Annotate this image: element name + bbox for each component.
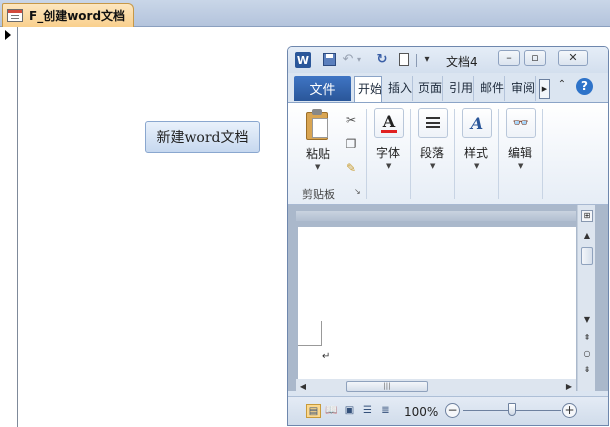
redo-icon[interactable]: ↻ (375, 52, 389, 68)
record-selector[interactable] (0, 27, 18, 427)
paste-icon[interactable] (304, 108, 330, 140)
word-titlebar: W ↶ ▾ ↻ ▾ 文档4 – ▫ ✕ (288, 47, 608, 73)
editing-dropdown-icon[interactable]: ▼ (518, 162, 523, 170)
paragraph-icon[interactable] (418, 108, 448, 138)
paragraph-mark-icon: ↵ (322, 351, 331, 362)
object-tab-strip: F_创建word文档 (0, 0, 610, 27)
styles-group-label[interactable]: 样式 (464, 144, 488, 161)
styles-icon[interactable]: A (462, 108, 492, 138)
previous-page-icon[interactable]: ⇞ (580, 331, 594, 345)
vertical-scrollbar[interactable]: ⊞ ▲ ▼ ⇞ ○ ⇟ (577, 205, 595, 391)
clipboard-group-label: 剪贴板 (302, 188, 335, 201)
tab-review[interactable]: 审阅 (508, 76, 536, 101)
view-ruler-icon[interactable]: ⊞ (581, 210, 593, 222)
font-group-label[interactable]: 字体 (376, 144, 400, 161)
paste-label[interactable]: 粘贴 (306, 145, 330, 162)
tab-file[interactable]: 文件 (294, 76, 351, 101)
print-layout-view-icon[interactable]: ▤ (306, 404, 321, 418)
tab-scroll-right-icon[interactable]: ▶ (539, 79, 550, 99)
document-area: ↵ ⊞ ▲ ▼ ⇞ ○ ⇟ (288, 205, 608, 391)
find-binoculars-icon[interactable]: 👓 (506, 108, 536, 138)
tab-references[interactable]: 引用 (446, 76, 474, 101)
paragraph-group-label[interactable]: 段落 (420, 144, 444, 161)
next-page-icon[interactable]: ⇟ (580, 363, 594, 377)
editing-group-label[interactable]: 编辑 (508, 144, 532, 161)
format-painter-icon[interactable]: ✎ (344, 161, 358, 175)
tab-home[interactable]: 开始 (354, 76, 382, 102)
styles-dropdown-icon[interactable]: ▼ (474, 162, 479, 170)
horizontal-scrollbar[interactable]: ◀ ||| ▶ (296, 379, 576, 394)
paragraph-dropdown-icon[interactable]: ▼ (430, 162, 435, 170)
minimize-button[interactable]: – (498, 50, 520, 66)
document-page[interactable]: ↵ (298, 227, 576, 391)
save-icon[interactable] (321, 52, 337, 68)
customize-toolbar-icon[interactable]: ▾ (416, 52, 433, 68)
form-tab-label: F_创建word文档 (29, 9, 126, 23)
word-window: W ↶ ▾ ↻ ▾ 文档4 – ▫ ✕ 文件 开始 插入 页面 引用 邮件 审阅… (287, 46, 609, 426)
horizontal-scroll-thumb[interactable]: ||| (346, 381, 428, 392)
tab-insert[interactable]: 插入 (385, 76, 413, 101)
full-screen-reading-view-icon[interactable]: 📖 (324, 404, 339, 418)
clipboard-launcher-icon[interactable]: ↘ (354, 187, 361, 196)
web-layout-view-icon[interactable]: ▣ (342, 404, 357, 418)
word-logo-icon[interactable]: W (295, 52, 311, 68)
font-icon[interactable]: A (374, 108, 404, 138)
undo-icon[interactable]: ↶ (341, 52, 355, 68)
status-bar: ▤ 📖 ▣ ☰ ≣ 100% − + (288, 396, 608, 425)
select-browse-object-icon[interactable]: ○ (580, 347, 594, 361)
zoom-out-icon[interactable]: − (445, 403, 460, 418)
ruler (296, 211, 576, 221)
undo-dropdown-icon[interactable]: ▾ (355, 52, 363, 68)
close-button[interactable]: ✕ (558, 50, 588, 66)
form-icon (7, 9, 23, 22)
tab-page-layout[interactable]: 页面 (415, 76, 443, 101)
paste-dropdown-icon[interactable]: ▼ (315, 163, 320, 171)
scroll-left-icon[interactable]: ◀ (296, 379, 310, 394)
copy-icon[interactable]: ❐ (344, 137, 358, 151)
document-title: 文档4 (446, 55, 478, 69)
new-word-document-button[interactable]: 新建word文档 (145, 121, 260, 153)
maximize-button[interactable]: ▫ (524, 50, 546, 66)
scroll-right-icon[interactable]: ▶ (562, 379, 576, 394)
zoom-level[interactable]: 100% (404, 405, 438, 419)
ribbon-tabs: 文件 开始 插入 页面 引用 邮件 审阅 ▶ ⌃ ? (288, 73, 608, 102)
tab-mailings[interactable]: 邮件 (477, 76, 505, 101)
ribbon-home: 粘贴 ▼ ✂ ❐ ✎ 剪贴板 ↘ A 字体 ▼ 段落 ▼ A 样式 ▼ 👓 编辑… (288, 102, 608, 205)
current-record-arrow-icon (5, 30, 11, 40)
outline-view-icon[interactable]: ☰ (360, 404, 375, 418)
help-icon[interactable]: ? (576, 78, 593, 95)
zoom-slider-thumb[interactable] (508, 403, 516, 416)
draft-view-icon[interactable]: ≣ (378, 404, 393, 418)
cut-icon[interactable]: ✂ (344, 113, 358, 127)
form-tab[interactable]: F_创建word文档 (2, 3, 134, 27)
vertical-scroll-thumb[interactable] (581, 247, 593, 265)
scroll-up-icon[interactable]: ▲ (580, 229, 594, 243)
zoom-in-icon[interactable]: + (562, 403, 577, 418)
font-dropdown-icon[interactable]: ▼ (386, 162, 391, 170)
scroll-down-icon[interactable]: ▼ (580, 313, 594, 327)
new-document-icon[interactable] (397, 52, 411, 68)
collapse-ribbon-icon[interactable]: ⌃ (556, 79, 568, 95)
